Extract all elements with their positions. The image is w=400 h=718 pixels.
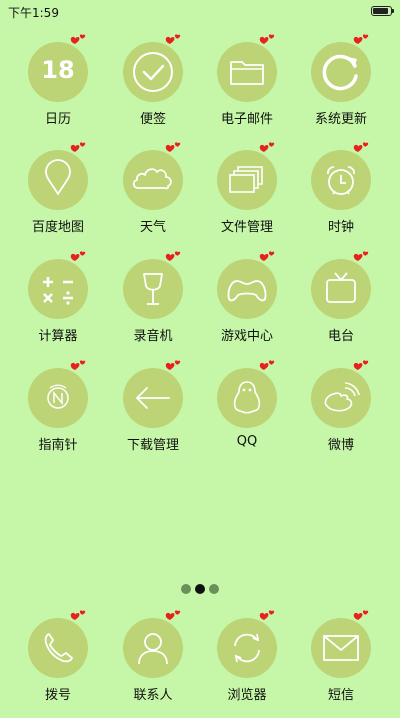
app-label: 便签 (139, 112, 166, 127)
app-label: 日历 (44, 112, 71, 127)
app-game-center[interactable]: 游戏中心 (200, 251, 294, 359)
app-label: 百度地图 (31, 220, 84, 235)
heart-badge-icon (353, 251, 369, 261)
envelope-icon (323, 635, 359, 661)
glass-icon (143, 273, 163, 305)
heart-badge-icon (70, 34, 86, 44)
page-indicator[interactable] (0, 584, 400, 596)
app-label: 天气 (139, 220, 166, 235)
alarm-clock-icon (327, 166, 355, 195)
app-calendar[interactable]: 18 日历 (11, 34, 105, 142)
heart-badge-icon (165, 142, 181, 152)
battery-icon (371, 6, 394, 16)
app-weather[interactable]: 天气 (106, 142, 200, 250)
app-baidu-map[interactable]: 百度地图 (11, 142, 105, 250)
app-clock[interactable]: 时钟 (294, 142, 388, 250)
files-icon (229, 166, 263, 193)
heart-badge-icon (259, 610, 275, 620)
person-icon (138, 633, 168, 665)
tv-icon (326, 272, 356, 303)
app-label: 微博 (327, 438, 354, 453)
calendar-date: 18 (41, 56, 75, 84)
calendar-icon: 18 (28, 42, 88, 102)
heart-badge-icon (70, 142, 86, 152)
heart-badge-icon (353, 142, 369, 152)
app-label: 计算器 (38, 329, 78, 344)
heart-badge-icon (165, 610, 181, 620)
app-label: 系统更新 (314, 112, 367, 127)
dock-messages[interactable]: 短信 (294, 610, 388, 718)
compass-icon (47, 384, 69, 409)
app-label: 指南针 (38, 438, 78, 453)
gamepad-icon (227, 280, 267, 302)
app-recorder[interactable]: 录音机 (106, 251, 200, 359)
heart-badge-icon (353, 34, 369, 44)
arrow-left-icon (136, 387, 170, 409)
page-dot-1[interactable] (181, 584, 191, 594)
status-bar: 下午1:59 (0, 0, 400, 24)
app-label: 下载管理 (126, 438, 179, 453)
folder-icon (230, 61, 264, 85)
app-notes[interactable]: 便签 (106, 34, 200, 142)
heart-badge-icon (259, 34, 275, 44)
heart-badge-icon (165, 251, 181, 261)
app-radio[interactable]: 电台 (294, 251, 388, 359)
checkmark-icon (133, 52, 173, 92)
app-compass[interactable]: 指南针 (11, 360, 105, 468)
app-weibo[interactable]: 微博 (294, 360, 388, 468)
app-system-update[interactable]: 系统更新 (294, 34, 388, 142)
heart-badge-icon (70, 360, 86, 370)
app-file-manager[interactable]: 文件管理 (200, 142, 294, 250)
heart-badge-icon (165, 34, 181, 44)
app-label: 拨号 (44, 688, 71, 703)
heart-badge-icon (259, 360, 275, 370)
app-label: 录音机 (133, 329, 173, 344)
page-dot-2[interactable] (195, 584, 205, 594)
heart-badge-icon (165, 360, 181, 370)
app-label: 游戏中心 (220, 329, 273, 344)
calculator-icon (43, 277, 73, 305)
heart-badge-icon (70, 610, 86, 620)
dock-contacts[interactable]: 联系人 (106, 610, 200, 718)
penguin-icon (233, 381, 261, 414)
heart-badge-icon (259, 142, 275, 152)
app-label: 电子邮件 (220, 112, 273, 127)
heart-badge-icon (353, 610, 369, 620)
app-label: 浏览器 (227, 688, 267, 703)
phone-icon (44, 633, 73, 663)
app-label: 时钟 (327, 220, 354, 235)
refresh-icon (322, 54, 358, 91)
page-dot-3[interactable] (209, 584, 219, 594)
app-download-manager[interactable]: 下载管理 (106, 360, 200, 468)
cloud-icon (132, 168, 172, 190)
app-label: 联系人 (133, 688, 173, 703)
heart-badge-icon (70, 251, 86, 261)
weibo-icon (324, 382, 360, 412)
app-qq[interactable]: QQ (200, 360, 294, 468)
app-label: QQ (236, 434, 258, 449)
app-email[interactable]: 电子邮件 (200, 34, 294, 142)
map-pin-icon (45, 159, 71, 195)
dock-phone[interactable]: 拨号 (11, 610, 105, 718)
dock-browser[interactable]: 浏览器 (200, 610, 294, 718)
app-calculator[interactable]: 计算器 (11, 251, 105, 359)
heart-badge-icon (259, 251, 275, 261)
app-label: 短信 (327, 688, 354, 703)
heart-badge-icon (353, 360, 369, 370)
sync-arrows-icon (234, 633, 260, 663)
app-label: 电台 (327, 329, 354, 344)
status-time: 下午1:59 (8, 6, 59, 20)
app-label: 文件管理 (220, 220, 273, 235)
